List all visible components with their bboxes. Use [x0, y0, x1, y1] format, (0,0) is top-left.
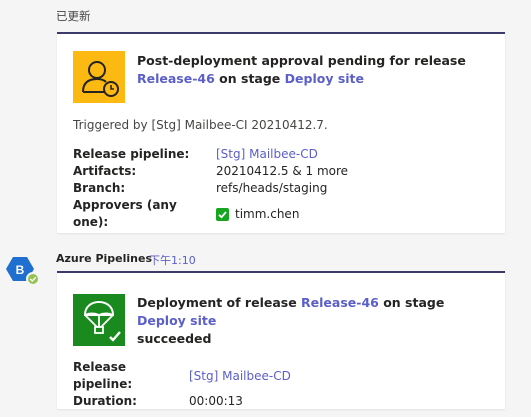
deployment-title: Deployment of release Release-46 on stag…	[137, 294, 495, 348]
approver-value: timm.chen	[216, 197, 299, 231]
stage-word: on stage	[383, 295, 445, 310]
approver-name: timm.chen	[235, 206, 300, 221]
title-prefix: Post-deployment approval pending for rel…	[137, 53, 466, 68]
fact-value: refs/heads/staging	[216, 181, 328, 195]
fact-value: 00:00:13	[189, 394, 243, 408]
message-time: 下午1:10	[149, 254, 196, 267]
fact-row-approvers: Approvers (any one): timm.chen	[73, 197, 348, 231]
parachute-check-icon	[73, 294, 125, 346]
release-link[interactable]: Release-46	[137, 71, 215, 86]
fact-row-artifacts: Artifacts: 20210412.5 & 1 more	[73, 163, 348, 180]
stage-link[interactable]: Deploy site	[137, 313, 216, 328]
avatar-letter: B	[16, 263, 25, 277]
title-prefix: Deployment of release	[137, 295, 297, 310]
fact-row-pipeline: Release pipeline: [Stg] Mailbee-CD	[73, 359, 291, 393]
release-link[interactable]: Release-46	[301, 295, 379, 310]
fact-key: Duration:	[73, 394, 137, 408]
fact-key: Artifacts:	[73, 164, 137, 178]
title-suffix: succeeded	[137, 331, 212, 346]
fact-row-duration: Duration: 00:00:13	[73, 393, 291, 410]
fact-key: Approvers (any one):	[73, 198, 177, 229]
fact-value: 20210412.5 & 1 more	[216, 164, 349, 178]
approval-pending-card: Post-deployment approval pending for rel…	[57, 32, 505, 233]
sender-name: Azure Pipelines	[56, 252, 153, 265]
fact-set: Release pipeline: [Stg] Mailbee-CD Artif…	[73, 146, 348, 231]
fact-set: Release pipeline: [Stg] Mailbee-CD Durat…	[73, 359, 291, 410]
avatar[interactable]: B	[5, 255, 40, 287]
fact-key: Branch:	[73, 181, 126, 195]
updated-label: 已更新	[56, 9, 91, 23]
stage-word: on stage	[219, 71, 281, 86]
deployment-succeeded-card: Deployment of release Release-46 on stag…	[57, 271, 505, 409]
fact-key: Release pipeline:	[73, 147, 190, 161]
approval-title: Post-deployment approval pending for rel…	[137, 52, 495, 88]
pipeline-link[interactable]: [Stg] Mailbee-CD	[216, 146, 318, 163]
stage-link[interactable]: Deploy site	[285, 71, 364, 86]
check-icon	[216, 207, 229, 221]
fact-row-pipeline: Release pipeline: [Stg] Mailbee-CD	[73, 146, 348, 163]
fact-key: Release pipeline:	[73, 360, 133, 391]
user-clock-icon	[73, 51, 125, 103]
pipeline-link[interactable]: [Stg] Mailbee-CD	[189, 359, 291, 393]
triggered-text: Triggered by [Stg] Mailbee-CI 20210412.7…	[73, 118, 328, 132]
fact-row-branch: Branch: refs/heads/staging	[73, 180, 348, 197]
